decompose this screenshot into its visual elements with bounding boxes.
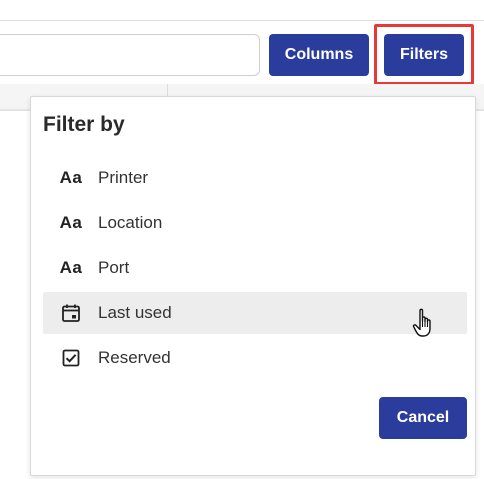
filter-option-label: Reserved [98, 348, 171, 367]
filters-button[interactable]: Filters [384, 34, 464, 76]
text-type-icon: Aa [59, 258, 83, 277]
search-input[interactable] [0, 34, 260, 76]
filter-option-last-used[interactable]: Last used [43, 292, 467, 334]
filter-option-location[interactable]: Aa Location [43, 202, 467, 244]
filter-option-port[interactable]: Aa Port [43, 247, 467, 289]
text-type-icon: Aa [59, 213, 83, 232]
checkbox-icon [55, 349, 87, 367]
filter-option-label: Last used [98, 303, 172, 322]
filter-option-reserved[interactable]: Reserved [43, 337, 467, 379]
panel-title: Filter by [43, 113, 125, 136]
filter-option-printer[interactable]: Aa Printer [43, 157, 467, 199]
filter-dropdown-panel: Filter by Aa Printer Aa Location Aa Port… [30, 96, 476, 476]
text-type-icon: Aa [59, 168, 83, 187]
columns-button[interactable]: Columns [269, 34, 369, 76]
cancel-button[interactable]: Cancel [379, 397, 467, 439]
hand-pointer-cursor-icon [412, 308, 431, 337]
filter-option-label: Printer [98, 168, 149, 187]
filter-option-label: Location [98, 213, 163, 232]
toolbar-divider [0, 20, 484, 21]
calendar-icon [55, 303, 87, 323]
filter-option-label: Port [98, 258, 130, 277]
